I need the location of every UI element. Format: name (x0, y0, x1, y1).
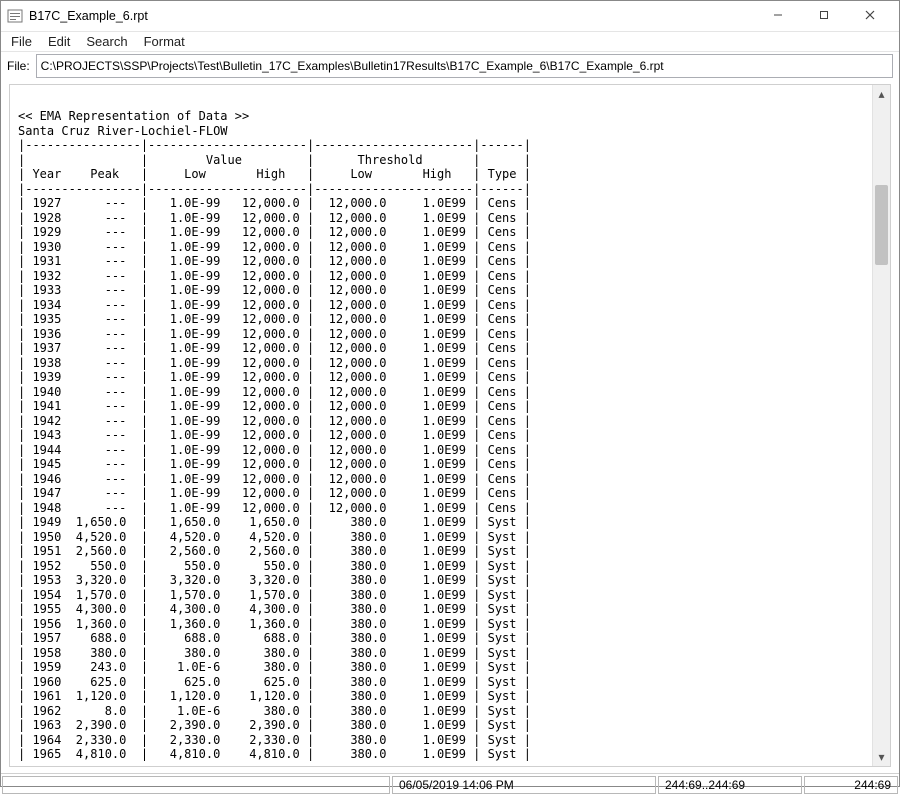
report-text[interactable]: << EMA Representation of Data >> Santa C… (18, 109, 864, 762)
window-title: B17C_Example_6.rpt (29, 9, 148, 23)
editor-frame: << EMA Representation of Data >> Santa C… (9, 84, 891, 767)
menu-edit[interactable]: Edit (42, 32, 76, 51)
scroll-thumb[interactable] (875, 185, 888, 265)
close-icon (865, 9, 875, 23)
vertical-scrollbar[interactable]: ▴ ▾ (872, 85, 890, 766)
menu-bar: File Edit Search Format (1, 32, 899, 52)
editor-viewport[interactable]: << EMA Representation of Data >> Santa C… (10, 85, 872, 766)
file-label: File: (7, 59, 30, 73)
scroll-up-icon[interactable]: ▴ (873, 85, 890, 102)
menu-file[interactable]: File (5, 32, 38, 51)
minimize-button[interactable] (755, 1, 801, 31)
status-left (2, 776, 390, 794)
file-path-input[interactable] (36, 54, 893, 78)
menu-search[interactable]: Search (80, 32, 133, 51)
title-bar: B17C_Example_6.rpt (1, 1, 899, 32)
status-bar: 06/05/2019 14:06 PM 244:69..244:69 244:6… (1, 773, 899, 796)
close-button[interactable] (847, 1, 893, 31)
minimize-icon (773, 9, 783, 23)
app-icon (7, 8, 23, 24)
status-date: 06/05/2019 14:06 PM (392, 776, 656, 794)
maximize-icon (819, 9, 829, 23)
status-range: 244:69..244:69 (658, 776, 802, 794)
file-row: File: (1, 52, 899, 84)
menu-format[interactable]: Format (138, 32, 191, 51)
maximize-button[interactable] (801, 1, 847, 31)
scroll-down-icon[interactable]: ▾ (873, 749, 890, 766)
app-window: B17C_Example_6.rpt File Edit Search Form… (0, 0, 900, 787)
status-pos: 244:69 (804, 776, 898, 794)
